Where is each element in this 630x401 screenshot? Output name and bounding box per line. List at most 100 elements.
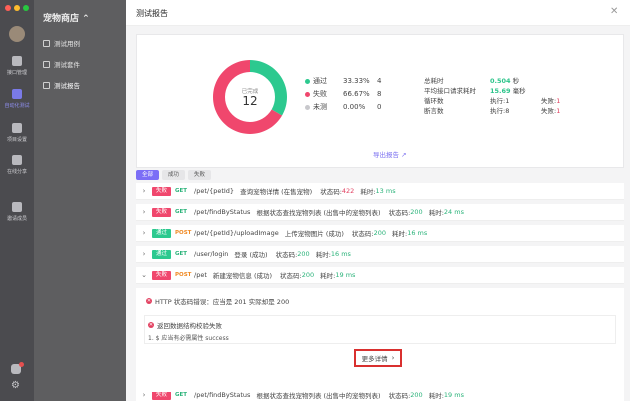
- legend-label: 未测: [313, 103, 327, 111]
- time-label: 耗时:: [320, 272, 336, 280]
- stat-exec: 执行:8: [490, 107, 510, 115]
- chevron-down-icon: ⌃: [82, 14, 90, 24]
- schema-error: ✕ 返回数据结构校验失败: [148, 320, 222, 330]
- stat-fail-value: 1: [556, 97, 561, 105]
- stat-label: 平均接口请求耗时: [424, 87, 476, 95]
- expand-chevron-icon[interactable]: ›: [136, 187, 152, 195]
- endpoint-desc: 根据状态查找宠物列表 (出售中的宠物列表): [256, 209, 381, 217]
- schema-error-detail: 1. $ 应当有必需属性 success: [148, 335, 229, 342]
- legend-count: 0: [377, 103, 382, 111]
- sidebar-item-label: 测试套件: [54, 61, 80, 69]
- export-label: 导出报告: [373, 151, 399, 159]
- icon-rail: 接口管理 自动化测试 项目设置 在线分享 邀请成员 ⚙: [0, 0, 34, 401]
- summary-card: 已完成 12 通过 33.33% 4 失败 66.67% 8 未测 0.00% …: [136, 34, 624, 168]
- stat-avg-time: 平均接口请求耗时 15.69 毫秒: [424, 85, 614, 95]
- legend-pct: 33.33%: [343, 77, 370, 85]
- stat-exec: 执行:1: [490, 97, 510, 105]
- filter-all[interactable]: 全部: [136, 170, 160, 180]
- table-row[interactable]: › 失败 GET/pet/{petId} 查询宠物详情 (在售宠物) 状态码: 422 耗时…: [136, 183, 624, 200]
- expand-chevron-icon[interactable]: ›: [136, 250, 152, 258]
- rail-item-api[interactable]: 接口管理: [0, 56, 34, 76]
- status-badge: 通过: [152, 249, 172, 259]
- stat-fail-label: 失败:: [541, 97, 557, 105]
- sidebar-item-test-cases[interactable]: 测试用例: [43, 37, 123, 49]
- time-label: 耗时:: [428, 209, 444, 217]
- status-code: 200: [301, 271, 315, 279]
- rail-item-label: 项目设置: [6, 137, 27, 143]
- avatar[interactable]: [9, 26, 25, 42]
- more-details-button[interactable]: 更多详情 ›: [354, 349, 402, 367]
- rail-item-automation[interactable]: 自动化测试: [0, 89, 34, 109]
- error-text: HTTP 状态码错误：应当是 201 实际却是 200: [155, 298, 290, 306]
- sidebar-item-test-report[interactable]: 测试报告: [43, 79, 123, 91]
- notification-dot: [19, 362, 24, 367]
- legend-label: 通过: [313, 77, 327, 85]
- status-badge: 失败: [152, 207, 172, 217]
- project-title[interactable]: 宠物商店 ⌃: [43, 11, 90, 24]
- zoom-window-dot[interactable]: [23, 5, 29, 11]
- automation-icon: [12, 89, 22, 99]
- rail-item-settings[interactable]: 项目设置: [0, 123, 34, 143]
- stat-loops: 循环数 执行:1 失败:1: [424, 95, 614, 105]
- legend-untested: 未测 0.00% 0: [305, 101, 430, 113]
- expand-chevron-icon[interactable]: ⌄: [136, 271, 152, 279]
- gear-icon[interactable]: ⚙: [11, 380, 20, 391]
- endpoint-desc: 上传宠物图片 (成功): [284, 230, 344, 238]
- rail-item-invite[interactable]: 邀请成员: [0, 202, 34, 222]
- expand-chevron-icon[interactable]: ›: [136, 391, 152, 399]
- time-label: 耗时:: [392, 230, 408, 238]
- sidebar-item-label: 测试用例: [54, 40, 80, 48]
- share-icon: [12, 155, 22, 165]
- table-row[interactable]: › 失败 GET/pet/findByStatus 根据状态查找宠物列表 (出售中的宠…: [136, 204, 624, 221]
- test-case-icon: [43, 39, 50, 47]
- table-row[interactable]: › 通过 POST/pet/{petId}/uploadImage 上传宠物图片 (成…: [136, 225, 624, 242]
- time-value: 24 ms: [443, 208, 464, 216]
- http-method: POST: [175, 230, 192, 236]
- sidebar: 宠物商店 ⌃ 测试用例 测试套件 测试报告: [34, 0, 126, 401]
- time-label: 耗时:: [315, 251, 331, 259]
- status-code: 200: [410, 391, 423, 399]
- time-value: 16 ms: [330, 250, 351, 258]
- endpoint-path: /pet/findByStatus: [194, 391, 251, 399]
- expand-chevron-icon[interactable]: ›: [136, 229, 152, 237]
- table-row[interactable]: ⌄ 失败 POST/pet 新建宠物信息 (成功) 状态码: 200 耗时: 19 ms: [136, 267, 624, 284]
- status-code-label: 状态码:: [320, 188, 342, 196]
- filter-fail[interactable]: 失败: [188, 170, 212, 180]
- close-icon[interactable]: ✕: [610, 6, 618, 17]
- endpoint-path: /user/login: [194, 250, 229, 258]
- time-value: 16 ms: [407, 229, 428, 237]
- endpoint-desc: 登录 (成功): [234, 251, 268, 259]
- stat-unit: 秒: [512, 77, 520, 85]
- status-badge: 通过: [152, 228, 172, 238]
- stat-fail-value: 1: [556, 107, 561, 115]
- legend-count: 8: [377, 90, 382, 98]
- http-method: GET: [175, 392, 188, 398]
- close-window-dot[interactable]: [5, 5, 11, 11]
- sidebar-item-label: 测试报告: [54, 82, 80, 90]
- endpoint-desc: 查询宠物详情 (在售宠物): [240, 188, 313, 196]
- app-window: 接口管理 自动化测试 项目设置 在线分享 邀请成员 ⚙ 宠物商店 ⌃ 测试用例: [0, 0, 630, 401]
- rail-item-label: 自动化测试: [4, 103, 30, 109]
- status-code: 422: [341, 187, 355, 195]
- export-report-link[interactable]: 导出报告 ↗: [373, 149, 407, 159]
- endpoint-path: /pet: [194, 271, 207, 279]
- test-suite-icon: [43, 60, 50, 68]
- expand-chevron-icon[interactable]: ›: [136, 208, 152, 216]
- http-method: GET: [175, 251, 188, 257]
- legend-pct: 0.00%: [343, 103, 366, 111]
- sidebar-item-test-suites[interactable]: 测试套件: [43, 58, 123, 70]
- time-value: 19 ms: [335, 271, 356, 279]
- stat-fail-label: 失败:: [541, 107, 557, 115]
- rail-item-share[interactable]: 在线分享: [0, 155, 34, 175]
- status-code-label: 状态码:: [351, 230, 374, 238]
- filter-success[interactable]: 成功: [162, 170, 186, 180]
- rail-item-label: 邀请成员: [6, 216, 27, 222]
- legend-pass: 通过 33.33% 4: [305, 75, 430, 87]
- status-code-label: 状态码:: [388, 209, 411, 217]
- stat-label: 循环数: [424, 97, 444, 105]
- table-row[interactable]: › 通过 GET/user/login 登录 (成功) 状态码: 200 耗时: 16 ms: [136, 246, 624, 263]
- stat-label: 断言数: [424, 107, 444, 115]
- minimize-window-dot[interactable]: [14, 5, 20, 11]
- time-label: 耗时:: [360, 188, 376, 196]
- error-text: 返回数据结构校验失败: [157, 322, 222, 330]
